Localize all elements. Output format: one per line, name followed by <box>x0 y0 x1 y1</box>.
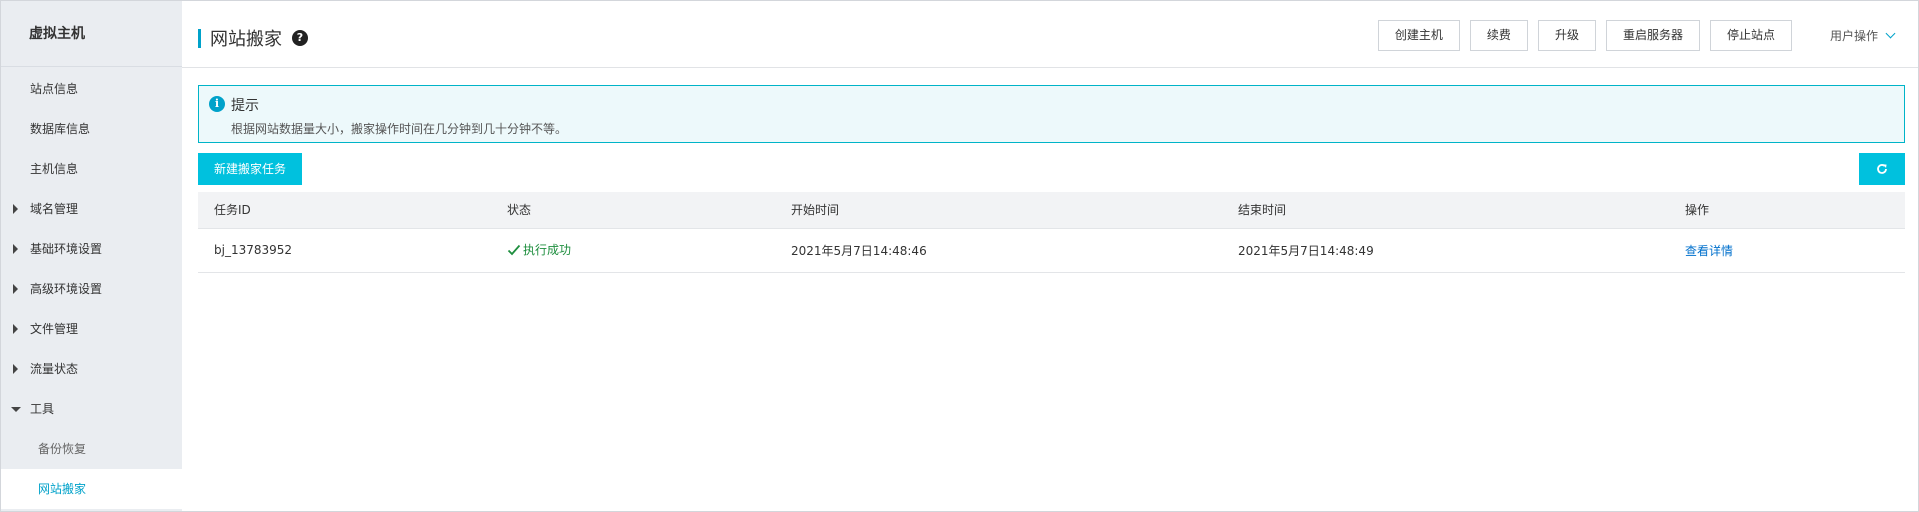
caret-right-icon <box>13 244 18 254</box>
main-content: 网站搬家 ? 创建主机 续费 升级 重启服务器 停止站点 用户操作 i 提示 根… <box>182 1 1918 511</box>
stop-site-button[interactable]: 停止站点 <box>1709 20 1792 51</box>
table-row: bj_13783952 执行成功 2021年5月7日14:48:46 2021年… <box>198 228 1905 273</box>
help-icon[interactable]: ? <box>292 30 308 46</box>
sidebar-item-label: 域名管理 <box>30 202 79 216</box>
caret-down-icon <box>11 407 21 412</box>
sidebar-item-label: 基础环境设置 <box>30 242 103 256</box>
sidebar-item-basic-env-settings[interactable]: 基础环境设置 <box>1 229 182 269</box>
column-header-task-id: 任务ID <box>198 192 491 229</box>
caret-right-icon <box>13 324 18 334</box>
sidebar-item-website-migration[interactable]: 网站搬家 <box>1 469 182 509</box>
caret-right-icon <box>13 284 18 294</box>
sidebar-item-label: 高级环境设置 <box>30 282 103 296</box>
column-header-end-time: 结束时间 <box>1222 192 1669 229</box>
sidebar-item-database-info[interactable]: 数据库信息 <box>1 109 182 149</box>
sidebar-item-label: 流量状态 <box>30 362 79 376</box>
sidebar-item-host-info[interactable]: 主机信息 <box>1 149 182 189</box>
sidebar-item-advanced-env-settings[interactable]: 高级环境设置 <box>1 269 182 309</box>
title-accent-bar <box>198 28 201 48</box>
status-badge: 执行成功 <box>507 241 571 258</box>
cell-task-id: bj_13783952 <box>198 228 491 273</box>
page-title-group: 网站搬家 ? <box>198 25 308 51</box>
upgrade-button[interactable]: 升级 <box>1537 20 1596 51</box>
sidebar-nav: 站点信息 数据库信息 主机信息 域名管理 基础环境设置 高级环境设置 文件管理 … <box>1 67 182 509</box>
column-header-actions: 操作 <box>1669 192 1905 229</box>
sidebar-item-label: 主机信息 <box>30 162 79 176</box>
notice-text: 根据网站数据量大小，搬家操作时间在几分钟到几十分钟不等。 <box>231 122 568 136</box>
cell-end-time: 2021年5月7日14:48:49 <box>1222 228 1669 273</box>
view-details-link[interactable]: 查看详情 <box>1685 244 1733 258</box>
sidebar-item-backup-restore[interactable]: 备份恢复 <box>1 429 182 469</box>
check-icon <box>507 244 521 256</box>
chevron-down-icon <box>1885 28 1896 39</box>
sidebar-item-tools[interactable]: 工具 <box>1 389 182 429</box>
header-actions: 创建主机 续费 升级 重启服务器 停止站点 用户操作 <box>1368 20 1896 51</box>
renew-button[interactable]: 续费 <box>1469 20 1528 51</box>
refresh-button[interactable] <box>1859 153 1905 185</box>
sidebar-item-label: 网站搬家 <box>38 482 87 496</box>
cell-actions: 查看详情 <box>1669 228 1905 273</box>
status-text: 执行成功 <box>523 243 572 258</box>
caret-right-icon <box>13 204 18 214</box>
sidebar-item-traffic-status[interactable]: 流量状态 <box>1 349 182 389</box>
sidebar-item-label: 工具 <box>30 402 55 416</box>
sidebar-title: 虚拟主机 <box>1 1 182 67</box>
tip-notice: i 提示 根据网站数据量大小，搬家操作时间在几分钟到几十分钟不等。 <box>198 85 1905 143</box>
sidebar-item-label: 站点信息 <box>30 82 79 96</box>
sidebar-item-site-info[interactable]: 站点信息 <box>1 69 182 109</box>
sidebar-item-file-management[interactable]: 文件管理 <box>1 309 182 349</box>
table-header-row: 任务ID 状态 开始时间 结束时间 操作 <box>198 192 1905 229</box>
sidebar-item-label: 备份恢复 <box>38 442 87 456</box>
caret-right-icon <box>13 364 18 374</box>
new-migration-task-button[interactable]: 新建搬家任务 <box>198 153 303 185</box>
column-header-start-time: 开始时间 <box>775 192 1222 229</box>
page-title: 网站搬家 <box>210 29 282 50</box>
info-icon: i <box>209 96 225 112</box>
user-operations-dropdown[interactable]: 用户操作 <box>1829 27 1896 44</box>
sidebar-item-domain-management[interactable]: 域名管理 <box>1 189 182 229</box>
sidebar-item-label: 文件管理 <box>30 322 79 336</box>
sidebar-item-label: 数据库信息 <box>30 122 91 136</box>
notice-title: 提示 <box>231 98 259 114</box>
restart-server-button[interactable]: 重启服务器 <box>1605 20 1700 51</box>
sidebar: 虚拟主机 站点信息 数据库信息 主机信息 域名管理 基础环境设置 高级环境设置 … <box>1 1 182 511</box>
user-operations-label: 用户操作 <box>1829 29 1878 43</box>
page-header: 网站搬家 ? 创建主机 续费 升级 重启服务器 停止站点 用户操作 <box>182 1 1918 68</box>
cell-status: 执行成功 <box>491 228 775 273</box>
create-host-button[interactable]: 创建主机 <box>1377 20 1460 51</box>
migration-task-table: 任务ID 状态 开始时间 结束时间 操作 bj_13783952 执行成功 20… <box>198 192 1905 273</box>
column-header-status: 状态 <box>491 192 775 229</box>
app-frame: 虚拟主机 站点信息 数据库信息 主机信息 域名管理 基础环境设置 高级环境设置 … <box>0 0 1919 512</box>
refresh-icon <box>1877 164 1887 174</box>
cell-start-time: 2021年5月7日14:48:46 <box>775 228 1222 273</box>
